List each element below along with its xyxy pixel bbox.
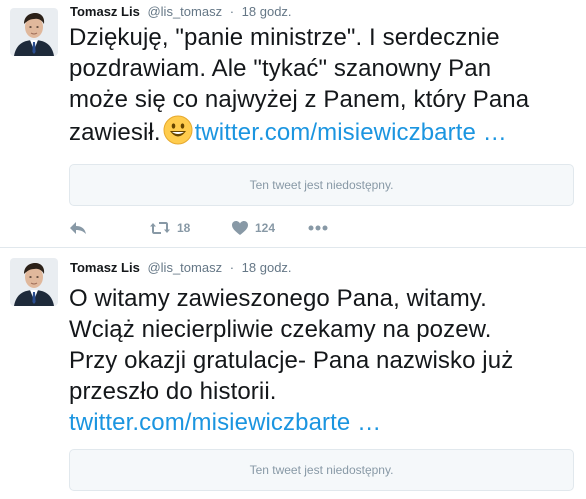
retweet-icon	[150, 222, 170, 234]
author-name[interactable]: Tomasz Lis	[70, 4, 140, 19]
avatar[interactable]	[10, 8, 58, 56]
tweet-link[interactable]: twitter.com/misiewiczbarte …	[69, 409, 381, 436]
tweet-text-line: przeszło do historii.	[69, 378, 277, 405]
tweet-text-line: Dziękuję, "panie ministrze". I serdeczni…	[69, 24, 500, 51]
tweet-text-line: może się co najwyżej z Panem, który Pana	[69, 86, 530, 113]
quoted-tweet-unavailable[interactable]: Ten tweet jest niedostępny.	[69, 449, 574, 491]
tweet[interactable]: Tomasz Lis @lis_tomasz · 18 godz. Dzięku…	[0, 0, 586, 248]
tweet-text-line: Przy okazji gratulacje- Pana nazwisko ju…	[69, 347, 514, 374]
header-separator: ·	[229, 260, 235, 275]
header-separator: ·	[229, 4, 235, 19]
author-handle[interactable]: @lis_tomasz	[147, 260, 222, 275]
reply-button[interactable]	[69, 218, 87, 238]
avatar[interactable]	[10, 258, 58, 306]
timeline: Tomasz Lis @lis_tomasz · 18 godz. Dzięku…	[0, 0, 586, 499]
avatar-portrait-icon	[10, 258, 58, 306]
like-count: 124	[255, 221, 276, 235]
like-button[interactable]: 124	[231, 218, 275, 238]
smiley-emoji-icon	[163, 115, 193, 145]
author-handle[interactable]: @lis_tomasz	[147, 4, 222, 19]
tweet-text-segment: zawiesił.	[69, 119, 161, 146]
more-icon	[308, 225, 328, 231]
more-button[interactable]	[308, 218, 328, 238]
tweet-text: O witamy zawieszonego Pana, witamy. Wcią…	[69, 283, 584, 438]
tweet-text-line: O witamy zawieszonego Pana, witamy.	[69, 285, 487, 312]
retweet-count: 18	[177, 221, 191, 235]
tweet-text-line: pozdrawiam. Ale "tykać" szanowny Pan	[69, 55, 492, 82]
tweet-text-line-with-link: twitter.com/misiewiczbarte …	[69, 407, 584, 438]
tweet-header: Tomasz Lis @lis_tomasz · 18 godz.	[70, 3, 292, 21]
retweet-button[interactable]: 18	[149, 218, 190, 238]
tweet-link[interactable]: twitter.com/misiewiczbarte …	[195, 119, 507, 146]
tweet-header: Tomasz Lis @lis_tomasz · 18 godz.	[70, 259, 292, 277]
quoted-tweet-unavailable[interactable]: Ten tweet jest niedostępny.	[69, 164, 574, 206]
tweet-text: Dziękuję, "panie ministrze". I serdeczni…	[69, 22, 584, 148]
author-name[interactable]: Tomasz Lis	[70, 260, 140, 275]
reply-icon	[70, 222, 86, 234]
tweet-timestamp[interactable]: 18 godz.	[242, 260, 292, 275]
tweet-text-line-with-link: zawiesił. twitter.com/misiewiczbarte …	[69, 115, 584, 148]
avatar-portrait-icon	[10, 8, 58, 56]
heart-icon	[232, 221, 248, 235]
tweet-text-line: Wciąż niecierpliwie czekamy na pozew.	[69, 316, 492, 343]
tweet-timestamp[interactable]: 18 godz.	[242, 4, 292, 19]
tweet-actions: 18 124	[69, 218, 469, 238]
